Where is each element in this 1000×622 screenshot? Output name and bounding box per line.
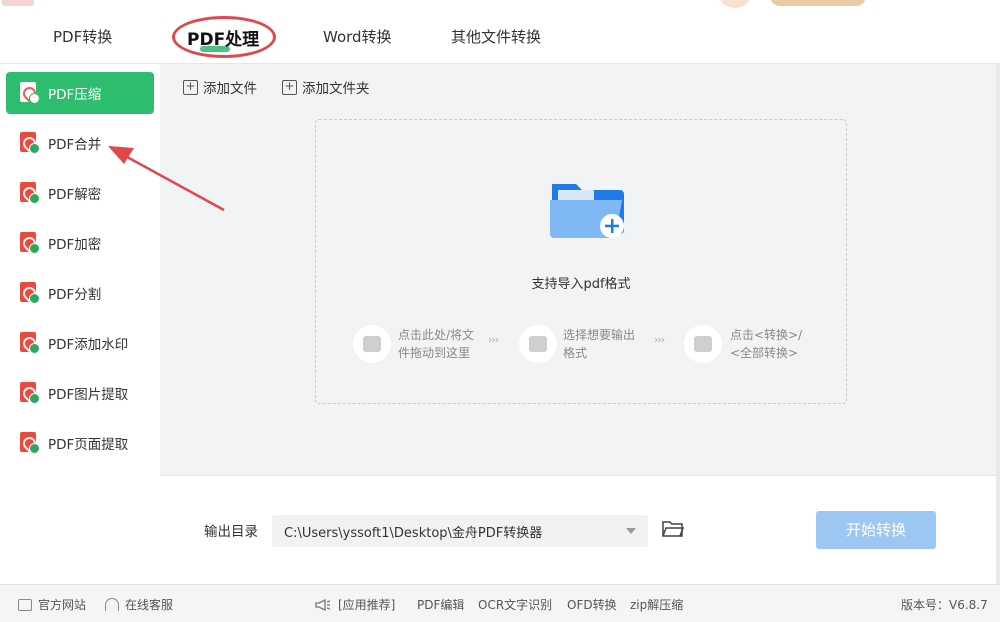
sidebar-item-label: PDF页面提取: [48, 437, 129, 453]
annotation-arrow: [108, 146, 225, 212]
megaphone-icon: [315, 598, 331, 611]
top-navigation: PDF转换 PDF处理 Word转换 其他文件转换: [0, 0, 1000, 64]
app-logo: [2, 0, 34, 6]
sidebar-item-label: PDF合并: [48, 137, 102, 153]
pdf-compress-icon: [20, 82, 40, 104]
sidebar-item-pdf-compress[interactable]: PDF压缩: [6, 72, 154, 114]
pdf-merge-icon: [20, 132, 40, 154]
pdf-decrypt-icon: [20, 182, 40, 204]
ocr-link[interactable]: OCR文字识别: [478, 596, 552, 613]
step-2: 选择想要输出 格式: [563, 326, 635, 362]
output-dir-select[interactable]: C:\Users\yssoft1\Desktop\金舟PDF转换器: [272, 515, 648, 547]
tab-other-convert[interactable]: 其他文件转换: [451, 26, 541, 47]
step-1: 点击此处/将文 件拖动到这里: [398, 326, 474, 362]
headset-icon: [105, 598, 119, 611]
step-3-line1: 点击<转换>/: [730, 328, 803, 342]
annotation-circle: [172, 16, 276, 58]
output-dir-value: C:\Users\yssoft1\Desktop\金舟PDF转换器: [284, 526, 543, 541]
sidebar-item-pdf-page-extract[interactable]: PDF页面提取: [6, 422, 154, 464]
app-recommend: [应用推荐]: [314, 596, 395, 613]
add-folder-icon: +: [282, 79, 297, 95]
version-label: 版本号：V6.8.7: [901, 598, 988, 612]
official-website-link[interactable]: 官方网站: [18, 596, 86, 613]
vip-banner[interactable]: [770, 0, 866, 6]
pdf-page-extract-icon: [20, 432, 40, 454]
pdf-image-extract-icon: [20, 382, 40, 404]
sidebar-item-pdf-split[interactable]: PDF分割: [6, 272, 154, 314]
user-avatar[interactable]: [720, 0, 750, 8]
zip-extract-link[interactable]: zip解压缩: [630, 596, 683, 613]
add-folder-label: 添加文件夹: [302, 81, 370, 97]
sidebar-item-label: PDF压缩: [48, 87, 102, 103]
step-2-line2: 格式: [563, 346, 588, 360]
add-file-icon: +: [183, 79, 198, 95]
sidebar-item-label: PDF图片提取: [48, 387, 129, 403]
sidebar-item-label: PDF添加水印: [48, 337, 129, 353]
sidebar-item-pdf-image-extract[interactable]: PDF图片提取: [6, 372, 154, 414]
step-3: 点击<转换>/ <全部转换>: [730, 326, 802, 362]
step-1-line1: 点击此处/将文: [398, 328, 475, 342]
tab-pdf-convert[interactable]: PDF转换: [53, 26, 112, 47]
online-support-link[interactable]: 在线客服: [105, 596, 173, 613]
sidebar-item-pdf-encrypt[interactable]: PDF加密: [6, 222, 154, 264]
start-convert-button[interactable]: 开始转换: [816, 511, 936, 549]
pdf-split-icon: [20, 282, 40, 304]
folder-open-icon: [353, 325, 391, 363]
window-edge: [996, 64, 1000, 584]
sidebar-item-label: PDF解密: [48, 187, 102, 203]
add-file-label: 添加文件: [203, 81, 257, 97]
pdf-encrypt-icon: [20, 232, 40, 254]
add-folder-button[interactable]: + 添加文件夹: [282, 77, 370, 97]
step-1-line2: 件拖动到这里: [398, 346, 471, 360]
pdf-watermark-icon: [20, 332, 40, 354]
format-select-icon: [519, 325, 557, 363]
official-website-label: 官方网站: [38, 598, 87, 612]
drop-hint: 支持导入pdf格式: [531, 277, 631, 292]
file-drop-zone[interactable]: 支持导入pdf格式 点击此处/将文 件拖动到这里 ››› 选择想要输出 格式 ›…: [315, 119, 847, 404]
chevron-down-icon: [626, 528, 636, 534]
monitor-icon: [18, 598, 32, 611]
status-bar: 官方网站 在线客服 [应用推荐] PDF编辑 OCR文字识别 OFD转换 zip…: [0, 584, 1000, 622]
sidebar-item-pdf-watermark[interactable]: PDF添加水印: [6, 322, 154, 364]
output-dir-label: 输出目录: [204, 524, 258, 540]
browse-folder-icon[interactable]: [662, 520, 684, 538]
tab-word-convert[interactable]: Word转换: [323, 26, 392, 47]
ofd-convert-link[interactable]: OFD转换: [567, 596, 617, 613]
online-support-label: 在线客服: [125, 598, 174, 612]
sidebar-item-label: PDF加密: [48, 237, 102, 253]
step-separator: ›››: [654, 333, 665, 346]
step-2-line1: 选择想要输出: [563, 328, 636, 342]
folder-add-icon: [550, 184, 624, 238]
convert-icon: [684, 325, 722, 363]
sidebar-item-label: PDF分割: [48, 287, 102, 303]
output-panel: 输出目录 C:\Users\yssoft1\Desktop\金舟PDF转换器 开…: [160, 475, 1000, 584]
app-recommend-label: [应用推荐]: [338, 598, 396, 612]
step-separator: ›››: [488, 333, 499, 346]
step-3-line2: <全部转换>: [730, 346, 799, 360]
add-file-button[interactable]: + 添加文件: [183, 77, 257, 97]
pdf-edit-link[interactable]: PDF编辑: [417, 596, 464, 613]
